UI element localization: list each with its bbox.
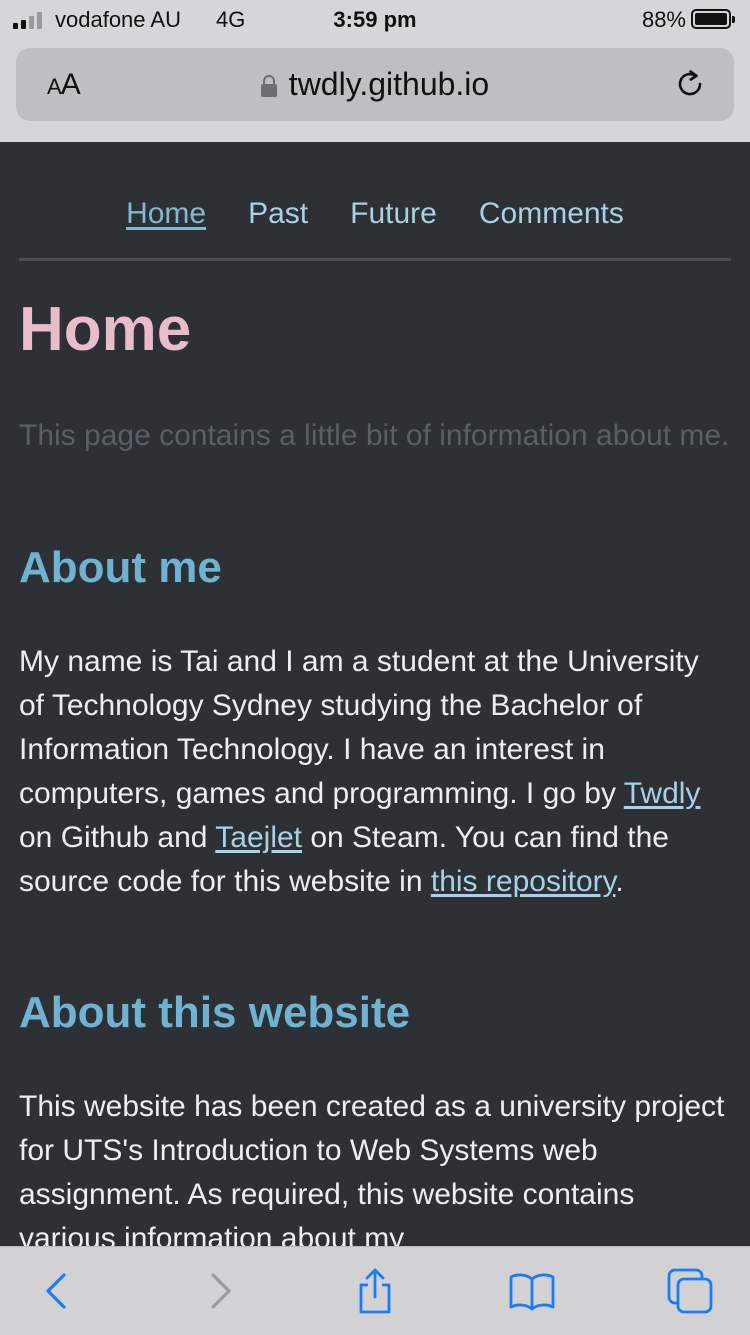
- page-lead: This page contains a little bit of infor…: [19, 419, 730, 452]
- about-me-heading: About me: [19, 543, 222, 592]
- page-title: Home: [19, 295, 192, 364]
- nav-link-future[interactable]: Future: [350, 197, 437, 231]
- nav-link-home[interactable]: Home: [126, 197, 206, 231]
- site-nav: Home Past Future Comments: [0, 197, 750, 231]
- about-text-2: on Github and: [19, 821, 216, 854]
- repository-link[interactable]: this repository: [431, 865, 616, 898]
- nav-divider: [19, 258, 731, 261]
- battery-icon: [691, 9, 735, 29]
- lock-icon: [260, 75, 277, 97]
- bookmarks-icon[interactable]: [508, 1267, 556, 1315]
- about-me-paragraph: My name is Tai and I am a student at the…: [19, 640, 731, 904]
- tabs-icon[interactable]: [666, 1267, 714, 1315]
- browser-toolbar: [0, 1246, 750, 1335]
- url-display[interactable]: twdly.github.io: [16, 66, 734, 103]
- forward-icon[interactable]: [196, 1267, 244, 1315]
- address-bar[interactable]: AA twdly.github.io: [16, 48, 734, 121]
- web-page: Home Past Future Comments Home This page…: [0, 142, 750, 1246]
- share-icon[interactable]: [351, 1267, 399, 1315]
- steam-link[interactable]: Taejlet: [215, 821, 302, 854]
- back-icon[interactable]: [33, 1267, 81, 1315]
- reload-icon[interactable]: [673, 67, 707, 101]
- about-website-paragraph: This website has been created as a unive…: [19, 1090, 725, 1246]
- browser-top-chrome: vodafone AU 4G 3:59 pm 88% AA twdly.gith…: [0, 0, 750, 142]
- status-time: 3:59 pm: [333, 7, 417, 32]
- about-website-heading: About this website: [19, 988, 411, 1037]
- status-bar: vodafone AU 4G 3:59 pm 88%: [0, 0, 750, 42]
- url-text: twdly.github.io: [288, 66, 490, 102]
- battery-percent: 88%: [641, 7, 686, 32]
- about-text-1: My name is Tai and I am a student at the…: [19, 645, 699, 810]
- nav-link-comments[interactable]: Comments: [479, 197, 624, 231]
- nav-link-past[interactable]: Past: [248, 197, 308, 231]
- about-text-4: .: [615, 865, 624, 898]
- github-link[interactable]: Twdly: [624, 777, 701, 810]
